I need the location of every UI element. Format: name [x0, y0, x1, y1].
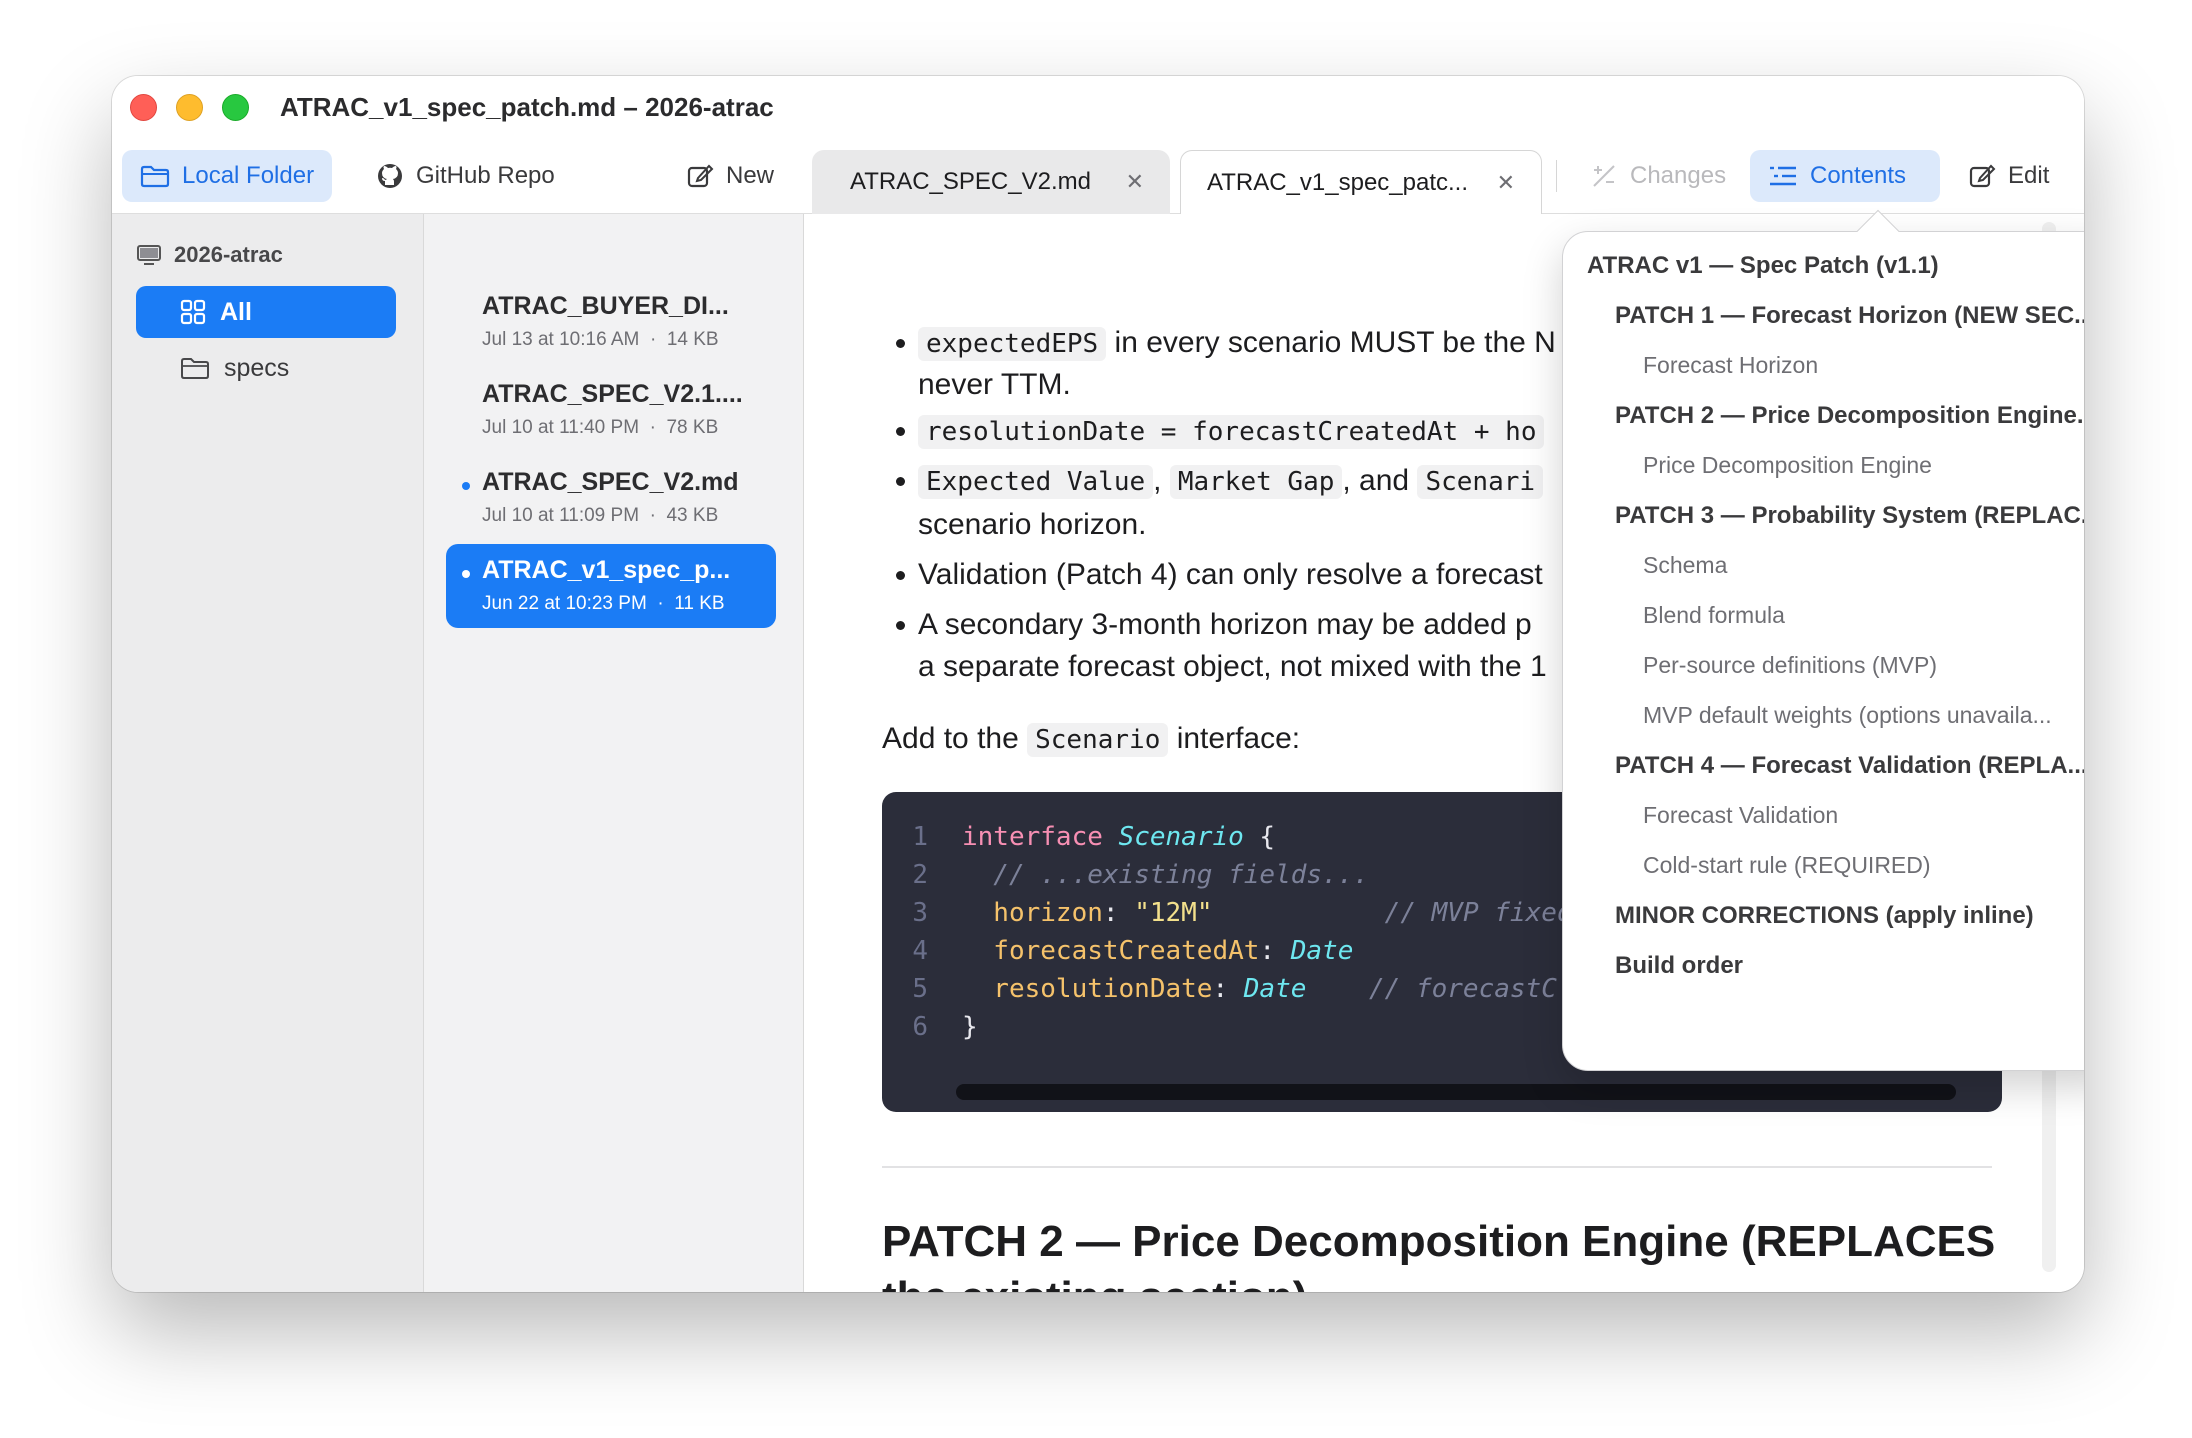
- minimize-window-button[interactable]: [176, 94, 203, 121]
- close-tab-icon[interactable]: ✕: [1497, 170, 1515, 196]
- file-meta: Jul 10 at 11:09 PM · 43 KB: [482, 505, 719, 526]
- local-folder-label: Local Folder: [182, 162, 315, 189]
- changes-button[interactable]: Changes: [1572, 150, 1744, 202]
- title-bar: ATRAC_v1_spec_patch.md – 2026-atrac: [112, 76, 2084, 138]
- grid-icon: [180, 299, 206, 325]
- github-repo-button[interactable]: GitHub Repo: [362, 150, 573, 202]
- compose-icon: [687, 164, 714, 188]
- toc-item[interactable]: ATRAC v1 — Spec Patch (v1.1): [1587, 252, 2084, 280]
- file-item[interactable]: ATRAC_BUYER_DI... Jul 13 at 10:16 AM · 1…: [446, 280, 776, 364]
- tab-atrac-v1-spec-patch[interactable]: ATRAC_v1_spec_patc... ✕: [1180, 150, 1542, 214]
- unsaved-dot: [462, 482, 470, 490]
- local-folder-button[interactable]: Local Folder: [122, 150, 333, 202]
- horizontal-rule: [882, 1166, 1992, 1168]
- edit-label: Edit: [2008, 162, 2050, 189]
- window-title: ATRAC_v1_spec_patch.md – 2026-atrac: [280, 92, 774, 122]
- toc-item[interactable]: MVP default weights (options unavaila...: [1643, 702, 2084, 729]
- file-meta: Jul 10 at 11:40 PM · 78 KB: [482, 417, 719, 438]
- tab-label: ATRAC_v1_spec_patc...: [1207, 168, 1469, 196]
- code-line: 5 resolutionDate: Date // forecastC: [912, 974, 1557, 1004]
- file-item[interactable]: ATRAC_SPEC_V2.1.... Jul 10 at 11:40 PM ·…: [446, 368, 776, 452]
- toc-item[interactable]: Price Decomposition Engine: [1643, 452, 2084, 479]
- workspace-root[interactable]: 2026-atrac: [136, 242, 283, 268]
- diff-icon: [1593, 165, 1615, 187]
- zoom-window-button[interactable]: [222, 94, 249, 121]
- list-icon: [1770, 166, 1796, 186]
- list-item: expectedEPS in every scenario MUST be th…: [896, 322, 1556, 365]
- folder-icon: [181, 358, 209, 379]
- code-line: 6}: [912, 1012, 978, 1042]
- tab-label: ATRAC_SPEC_V2.md: [850, 168, 1091, 195]
- edit-icon: [1969, 164, 1996, 188]
- toc-item[interactable]: PATCH 1 — Forecast Horizon (NEW SEC...: [1615, 302, 2084, 330]
- sidebar-item-all[interactable]: All: [136, 286, 396, 338]
- file-list: ATRAC_BUYER_DI... Jul 13 at 10:16 AM · 1…: [424, 214, 804, 1292]
- code-line: 2 // ...existing fields...: [912, 860, 1369, 890]
- edit-button[interactable]: Edit: [1954, 150, 2067, 202]
- list-item-continuation: a separate forecast object, not mixed wi…: [918, 650, 1547, 683]
- code-line: 3 horizon: "12M" // MVP fixed: [912, 898, 1573, 928]
- sidebar-item-specs[interactable]: specs: [136, 342, 396, 394]
- file-name: ATRAC_SPEC_V2.1....: [482, 380, 743, 408]
- toc-item[interactable]: Forecast Horizon: [1643, 352, 2084, 379]
- code-line: 1 interface Scenario {: [912, 822, 1276, 852]
- toc-item[interactable]: Blend formula: [1643, 602, 2084, 629]
- sidebar: 2026-atrac All specs: [112, 214, 424, 1292]
- tab-atrac-spec-v2[interactable]: ATRAC_SPEC_V2.md ✕: [812, 150, 1170, 214]
- toc-item[interactable]: MINOR CORRECTIONS (apply inline): [1615, 902, 2084, 930]
- file-name: ATRAC_SPEC_V2.md: [482, 468, 739, 496]
- workspace-root-label: 2026-atrac: [174, 242, 283, 267]
- toolbar-divider: [1556, 160, 1557, 192]
- toc-item[interactable]: Build order: [1615, 952, 2084, 980]
- list-item: Expected Value, Market Gap, and Scenari: [895, 460, 1544, 503]
- sidebar-item-label: specs: [224, 353, 290, 382]
- contents-label: Contents: [1810, 162, 1907, 189]
- github-icon: [378, 164, 402, 188]
- section-heading: PATCH 2 — Price Decomposition Engine (RE…: [882, 1217, 1996, 1292]
- toc-item[interactable]: PATCH 3 — Probability System (REPLAC...: [1615, 502, 2084, 530]
- close-window-button[interactable]: [130, 94, 157, 121]
- list-item-continuation: scenario horizon.: [918, 508, 1147, 541]
- list-item-continuation: never TTM.: [918, 368, 1071, 401]
- code-line: 4 forecastCreatedAt: Date: [912, 936, 1354, 966]
- contents-popover: ATRAC v1 — Spec Patch (v1.1) PATCH 1 — F…: [1562, 209, 2084, 1071]
- file-item-selected[interactable]: ATRAC_v1_spec_p... Jun 22 at 10:23 PM · …: [446, 544, 776, 628]
- toc-item[interactable]: Schema: [1643, 552, 2084, 579]
- file-name: ATRAC_BUYER_DI...: [482, 292, 729, 320]
- computer-icon: [137, 245, 161, 265]
- new-button[interactable]: New: [672, 150, 792, 202]
- folder-icon: [140, 165, 170, 188]
- toc-item[interactable]: Forecast Validation: [1643, 802, 2084, 829]
- app-window: ATRAC_v1_spec_patch.md – 2026-atrac Loca…: [112, 76, 2084, 1292]
- new-label: New: [726, 162, 775, 189]
- sidebar-item-label: All: [220, 297, 252, 326]
- github-repo-label: GitHub Repo: [416, 162, 555, 189]
- file-meta: Jul 13 at 10:16 AM · 14 KB: [482, 329, 719, 350]
- file-meta: Jun 22 at 10:23 PM · 11 KB: [482, 593, 725, 614]
- contents-button[interactable]: Contents: [1750, 150, 1940, 202]
- list-item: A secondary 3-month horizon may be added…: [896, 604, 1532, 646]
- file-item[interactable]: ATRAC_SPEC_V2.md Jul 10 at 11:09 PM · 43…: [446, 456, 776, 540]
- toolbar: Local Folder GitHub Repo New ATRAC_SPEC_…: [112, 138, 2084, 214]
- toc-item[interactable]: PATCH 2 — Price Decomposition Engine...: [1615, 402, 2084, 430]
- list-item: resolutionDate = forecastCreatedAt + ho: [895, 410, 1545, 453]
- toc-item[interactable]: PATCH 4 — Forecast Validation (REPLA...: [1615, 752, 2084, 780]
- list-item: Validation (Patch 4) can only resolve a …: [896, 554, 1543, 596]
- paragraph: Add to the Scenario interface:: [882, 722, 1301, 757]
- changes-label: Changes: [1630, 162, 1727, 189]
- file-name: ATRAC_v1_spec_p...: [482, 556, 731, 584]
- code-horizontal-scrollbar[interactable]: [956, 1084, 1956, 1100]
- toc-item[interactable]: Per-source definitions (MVP): [1643, 652, 2084, 679]
- toc-item[interactable]: Cold-start rule (REQUIRED): [1643, 852, 2084, 879]
- close-tab-icon[interactable]: ✕: [1126, 169, 1144, 195]
- unsaved-dot: [462, 570, 470, 578]
